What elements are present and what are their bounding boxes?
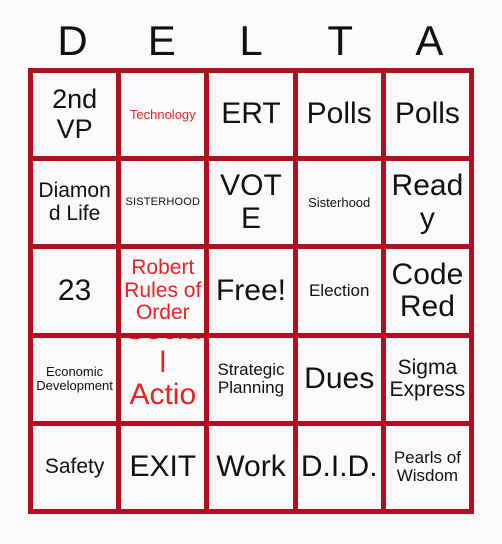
bingo-cell-label: Election xyxy=(308,280,370,300)
bingo-cell-label: Pearls of Wisdom xyxy=(393,448,461,486)
bingo-cell-label: SISTERHOOD xyxy=(125,195,201,208)
bingo-cell-label: Free! xyxy=(215,273,286,307)
bingo-cell-label: Sigma Express xyxy=(389,355,466,402)
bingo-cell-label: Robert Rules of Order xyxy=(124,255,202,325)
bingo-cell[interactable]: Safety xyxy=(33,425,117,509)
bingo-cell[interactable]: Polls xyxy=(385,73,469,157)
bingo-cell-label: Economic Development xyxy=(36,364,113,394)
bingo-cell[interactable]: Social Action xyxy=(121,337,205,421)
bingo-cell[interactable]: Free! xyxy=(209,249,293,333)
bingo-cell-label: Dues xyxy=(304,362,375,395)
bingo-cell[interactable]: Diamond Life xyxy=(33,161,117,245)
bingo-cell[interactable]: Strategic Planning xyxy=(209,337,293,421)
bingo-cell-label: VOTE xyxy=(220,169,282,235)
bingo-cell[interactable]: 23 xyxy=(33,249,117,333)
bingo-cell[interactable]: Economic Development xyxy=(33,337,117,421)
bingo-cell[interactable]: Work xyxy=(209,425,293,509)
bingo-cell-label: D.I.D. xyxy=(300,450,378,484)
bingo-cell[interactable]: Robert Rules of Order xyxy=(121,249,205,333)
bingo-cell[interactable]: ERT xyxy=(209,73,293,157)
bingo-cell[interactable]: Election xyxy=(297,249,381,333)
bingo-cell[interactable]: SISTERHOOD xyxy=(121,161,205,245)
bingo-cell-label: Polls xyxy=(394,97,460,131)
header-letter-5: A xyxy=(415,17,444,64)
bingo-cell[interactable]: 2nd VP xyxy=(33,73,117,157)
bingo-cell[interactable]: Technology xyxy=(121,73,205,157)
bingo-cell-label: Ready xyxy=(391,169,464,235)
bingo-cell-label: Safety xyxy=(44,455,105,479)
bingo-cell-label: Polls xyxy=(306,97,372,131)
bingo-cell-label: Code Red xyxy=(391,257,464,323)
bingo-cell-label: 23 xyxy=(57,273,92,307)
bingo-cell[interactable]: Ready xyxy=(385,161,469,245)
header-letter-3: L xyxy=(239,17,263,64)
bingo-cell-label: ERT xyxy=(221,97,281,131)
bingo-cell[interactable]: Polls xyxy=(297,73,381,157)
bingo-cell[interactable]: Pearls of Wisdom xyxy=(385,425,469,509)
header-letter-4: T xyxy=(327,17,354,64)
bingo-cell-label: EXIT xyxy=(129,450,197,484)
bingo-cell-label: Social Action xyxy=(125,338,200,421)
bingo-cell[interactable]: VOTE xyxy=(209,161,293,245)
header-letter-2: E xyxy=(147,17,176,64)
bingo-card: D E L T A 2nd VP Technology ERT Polls Polls D… xyxy=(0,0,502,544)
bingo-cell[interactable]: Sigma Express xyxy=(385,337,469,421)
bingo-cell[interactable]: D.I.D. xyxy=(297,425,381,509)
bingo-header-row: D E L T A xyxy=(28,14,474,68)
bingo-cell-label: 2nd VP xyxy=(52,84,98,144)
bingo-cell-label: Strategic Planning xyxy=(217,359,285,398)
bingo-cell-label: Diamond Life xyxy=(38,179,111,225)
bingo-cell[interactable]: EXIT xyxy=(121,425,205,509)
bingo-cell[interactable]: Dues xyxy=(297,337,381,421)
bingo-cell[interactable]: Sisterhood xyxy=(297,161,381,245)
bingo-cell-label: Sisterhood xyxy=(308,194,371,210)
bingo-cell-label: Technology xyxy=(129,106,196,122)
header-letter-1: D xyxy=(57,17,88,64)
bingo-cell-label: Work xyxy=(216,450,286,484)
bingo-cell[interactable]: Code Red xyxy=(385,249,469,333)
bingo-grid: 2nd VP Technology ERT Polls Polls Diamond Lif… xyxy=(28,68,474,514)
